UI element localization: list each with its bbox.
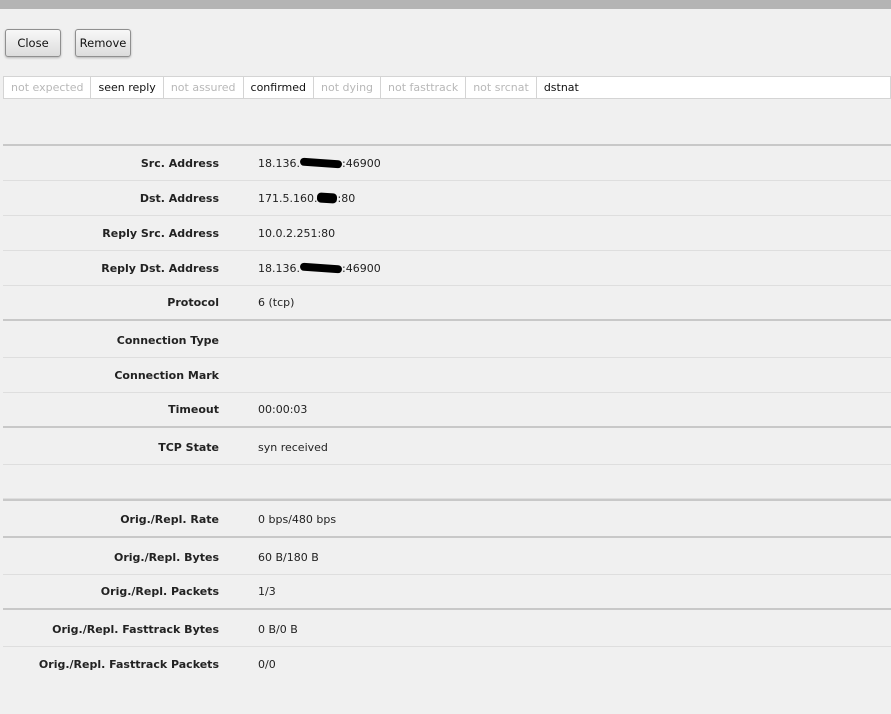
value-suffix: :80 — [337, 191, 356, 205]
src-address-value[interactable]: 18.136. :46900 — [258, 146, 381, 180]
fasttrack-packets-value[interactable]: 0/0 — [258, 647, 276, 682]
connection-flags-bar: not expected seen reply not assured conf… — [3, 76, 891, 99]
close-button[interactable]: Close — [5, 29, 61, 57]
flag-seen-reply: seen reply — [91, 77, 164, 98]
field-label: Dst. Address — [139, 191, 219, 205]
value-prefix: 171.5.160. — [258, 191, 318, 205]
timeout-value[interactable]: 00:00:03 — [258, 393, 307, 426]
row-protocol: Protocol 6 (tcp) — [3, 286, 891, 321]
field-label: Orig./Repl. Fasttrack Packets — [38, 658, 219, 671]
top-bar — [0, 0, 891, 9]
value-suffix: :46900 — [342, 261, 381, 275]
reply-dst-address-value[interactable]: 18.136. :46900 — [258, 251, 381, 285]
row-reply-src-address: Reply Src. Address 10.0.2.251:80 — [3, 216, 891, 251]
row-reply-dst-address: Reply Dst. Address 18.136. :46900 — [3, 251, 891, 286]
row-fasttrack-packets: Orig./Repl. Fasttrack Packets 0/0 — [3, 647, 891, 682]
flag-not-srcnat: not srcnat — [466, 77, 537, 98]
field-label: Connection Mark — [114, 368, 219, 382]
field-label: Orig./Repl. Bytes — [113, 550, 219, 564]
row-timeout: Timeout 00:00:03 — [3, 393, 891, 428]
bytes-value[interactable]: 60 B/180 B — [258, 540, 319, 574]
flag-confirmed: confirmed — [244, 77, 315, 98]
field-label: Src. Address — [140, 156, 219, 170]
row-tcp-state: TCP State syn received — [3, 430, 891, 465]
field-label: Orig./Repl. Fasttrack Bytes — [52, 622, 219, 636]
field-label: Orig./Repl. Rate — [120, 513, 219, 526]
field-label: Protocol — [167, 296, 219, 309]
field-label: Connection Type — [116, 333, 219, 347]
section-divider — [3, 499, 891, 501]
flag-not-fasttrack: not fasttrack — [381, 77, 467, 98]
field-label: Reply Dst. Address — [101, 261, 219, 275]
packets-value[interactable]: 1/3 — [258, 575, 276, 608]
redaction-mark — [299, 262, 343, 274]
value-prefix: 18.136. — [258, 156, 300, 170]
field-label: Reply Src. Address — [102, 226, 219, 240]
redaction-mark — [299, 157, 343, 169]
row-bytes: Orig./Repl. Bytes 60 B/180 B — [3, 540, 891, 575]
row-rate: Orig./Repl. Rate 0 bps/480 bps — [3, 503, 891, 538]
reply-src-address-value[interactable]: 10.0.2.251:80 — [258, 216, 335, 250]
value-prefix: 18.136. — [258, 261, 300, 275]
section-spacer — [3, 465, 891, 499]
flag-not-dying: not dying — [314, 77, 382, 98]
value-suffix: :46900 — [342, 156, 381, 170]
row-connection-type: Connection Type — [3, 323, 891, 358]
row-packets: Orig./Repl. Packets 1/3 — [3, 575, 891, 610]
row-connection-mark: Connection Mark — [3, 358, 891, 393]
flag-not-expected: not expected — [4, 77, 92, 98]
field-label: Timeout — [168, 403, 219, 416]
field-label: Orig./Repl. Packets — [100, 585, 219, 598]
row-fasttrack-bytes: Orig./Repl. Fasttrack Bytes 0 B/0 B — [3, 612, 891, 647]
redaction-mark — [317, 192, 338, 204]
flag-dstnat: dstnat — [543, 81, 579, 94]
rate-value[interactable]: 0 bps/480 bps — [258, 503, 336, 536]
protocol-value[interactable]: 6 (tcp) — [258, 286, 294, 319]
remove-button[interactable]: Remove — [75, 29, 131, 57]
row-src-address: Src. Address 18.136. :46900 — [3, 146, 891, 181]
field-label: TCP State — [158, 440, 219, 454]
tcp-state-value[interactable]: syn received — [258, 430, 328, 464]
dst-address-value[interactable]: 171.5.160. :80 — [258, 181, 355, 215]
fasttrack-bytes-value[interactable]: 0 B/0 B — [258, 612, 298, 646]
row-dst-address: Dst. Address 171.5.160. :80 — [3, 181, 891, 216]
section-spacer — [3, 106, 891, 145]
flag-not-assured: not assured — [164, 77, 244, 98]
